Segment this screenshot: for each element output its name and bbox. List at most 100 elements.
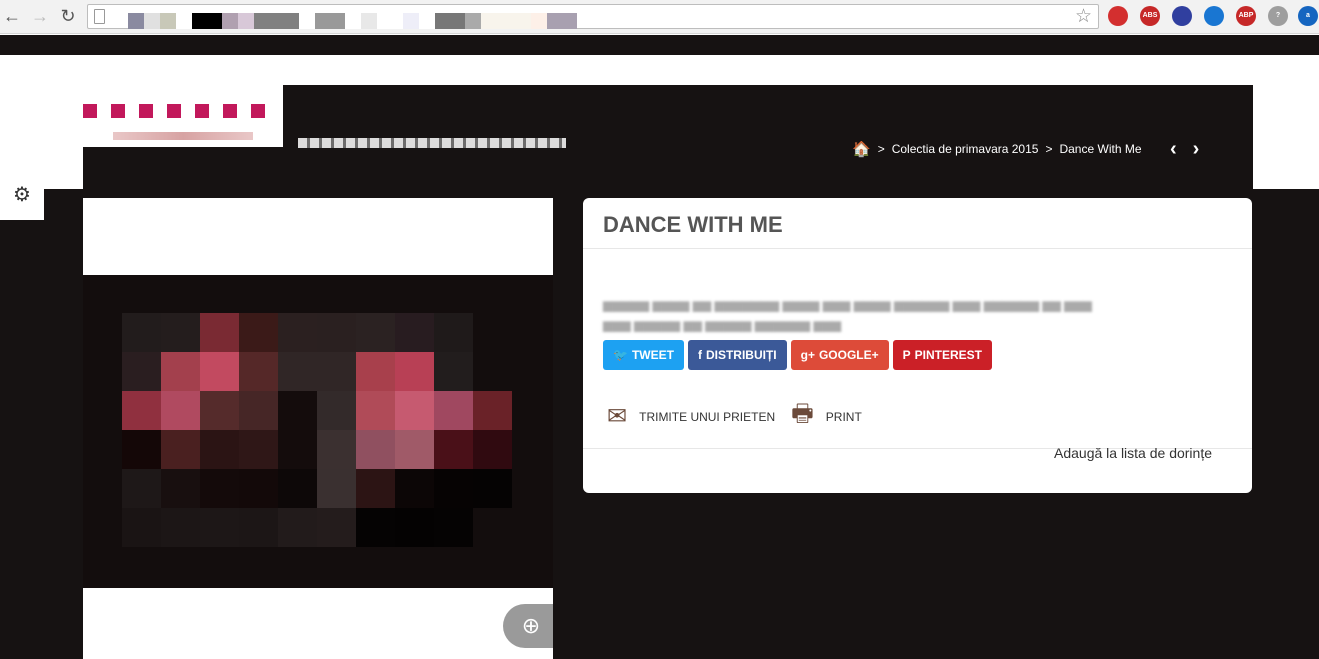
settings-gears-icon[interactable]: ⚙ [0,170,44,220]
image-pixel [239,469,278,508]
image-pixel [395,313,434,352]
pinterest-share-button[interactable]: P PINTEREST [892,340,993,370]
page-icon [94,9,105,24]
image-pixel [161,391,200,430]
zoom-icon[interactable]: ⊕ [503,604,553,648]
image-pixel [317,391,356,430]
help-icon[interactable]: ? [1268,6,1288,26]
breadcrumb-separator: > [877,142,885,156]
image-pixel [278,469,317,508]
share-glyph-icon: 🐦 [613,348,628,362]
breadcrumb: 🏠 > Colectia de primavara 2015 > Dance W… [852,140,1142,158]
image-pixel [395,508,434,547]
forward-icon[interactable]: → [30,5,50,27]
image-pixel [356,508,395,547]
image-pixel [161,469,200,508]
bookmark-star-icon[interactable]: ☆ [1075,5,1092,29]
image-pixel [356,430,395,469]
abp-icon[interactable]: ABP [1236,6,1256,26]
url-text [128,13,577,29]
image-pixel [473,469,512,508]
image-pixel [122,469,161,508]
image-pixel [122,508,161,547]
image-pixel [317,469,356,508]
image-pixel [473,391,512,430]
image-pixel [317,352,356,391]
image-pixel [122,391,161,430]
tweet-share-button[interactable]: 🐦 TWEET [603,340,684,370]
image-pixel [356,469,395,508]
address-bar[interactable]: ☆ [87,4,1099,29]
image-pixel [317,313,356,352]
add-to-wishlist-link[interactable]: Adaugă la lista de dorințe [1054,445,1212,461]
image-pixel [434,508,473,547]
distribuii-share-button[interactable]: f DISTRIBUIȚI [687,340,787,370]
image-pixel [161,430,200,469]
image-pixel [122,430,161,469]
stop-icon[interactable] [1108,6,1128,26]
image-pixel [434,469,473,508]
envelope-icon[interactable]: ✉ [607,402,627,431]
image-pixel [356,391,395,430]
image-pixel [161,508,200,547]
top-bar [0,35,1319,55]
next-product-icon[interactable]: › [1193,138,1200,161]
image-pixel [200,313,239,352]
print-link[interactable]: PRINT [826,410,862,424]
breadcrumb-category[interactable]: Colectia de primavara 2015 [892,142,1039,156]
product-description: ▆▆▆▆▆ ▆▆▆▆ ▆▆ ▆▆▆▆▆▆▆ ▆▆▆▆ ▆▆▆ ▆▆▆▆ ▆▆▆▆… [603,298,1092,332]
product-actions: ✉ TRIMITE UNUI PRIETEN 🖶 PRINT [607,396,862,437]
product-image-panel: ⊕ [83,198,553,659]
image-pixel [356,352,395,391]
browser-toolbar: ← → ↻ ☆ ABS ABP? a [0,0,1319,34]
image-pixel [395,430,434,469]
previous-product-icon[interactable]: ‹ [1170,138,1177,161]
image-pixel [317,430,356,469]
reload-icon[interactable]: ↻ [58,5,78,27]
divider [583,248,1252,249]
image-pixel [122,313,161,352]
image-pixel [200,391,239,430]
share-glyph-icon: P [902,348,911,362]
speed-icon[interactable] [1172,6,1192,26]
home-icon[interactable]: 🏠 [852,140,871,158]
share-glyph-icon: f [697,348,702,362]
product-image[interactable] [83,275,553,588]
image-pixel [434,430,473,469]
image-pixel [278,430,317,469]
share-label: PINTEREST [914,348,983,362]
image-pixel [239,391,278,430]
image-pixel [395,469,434,508]
logo-base [83,147,283,189]
image-pixel [161,313,200,352]
image-pixel [200,430,239,469]
image-pixel [278,313,317,352]
header-panel [283,85,1253,189]
image-pixel [200,352,239,391]
image-pixel [161,352,200,391]
image-pixel [239,430,278,469]
check-icon[interactable] [1204,6,1224,26]
image-pixel [278,391,317,430]
send-to-friend-link[interactable]: TRIMITE UNUI PRIETEN [639,410,775,424]
printer-icon[interactable]: 🖶 [791,396,814,437]
image-pixel [278,352,317,391]
abs-icon[interactable]: ABS [1140,6,1160,26]
site-logo[interactable] [83,104,283,147]
share-glyph-icon: g+ [800,348,815,362]
product-info-card: DANCE WITH ME ▆▆▆▆▆ ▆▆▆▆ ▆▆ ▆▆▆▆▆▆▆ ▆▆▆▆… [583,198,1252,493]
image-pixel [434,313,473,352]
site-name [298,138,566,148]
google-plus-share-button[interactable]: g+ GOOGLE+ [790,340,889,370]
share-buttons: 🐦 TWEET f DISTRIBUIȚI g+ GOOGLE+ P PINTEREST [603,340,993,370]
breadcrumb-current: Dance With Me [1059,142,1142,156]
logo-tagline [113,132,253,140]
image-pixel [434,352,473,391]
breadcrumb-separator: > [1045,142,1053,156]
share-label: TWEET [631,348,674,362]
image-pixel [395,352,434,391]
logo-letters [83,104,265,118]
back-icon[interactable]: ← [2,5,22,27]
account-icon[interactable]: a [1298,6,1318,26]
image-pixel [239,508,278,547]
